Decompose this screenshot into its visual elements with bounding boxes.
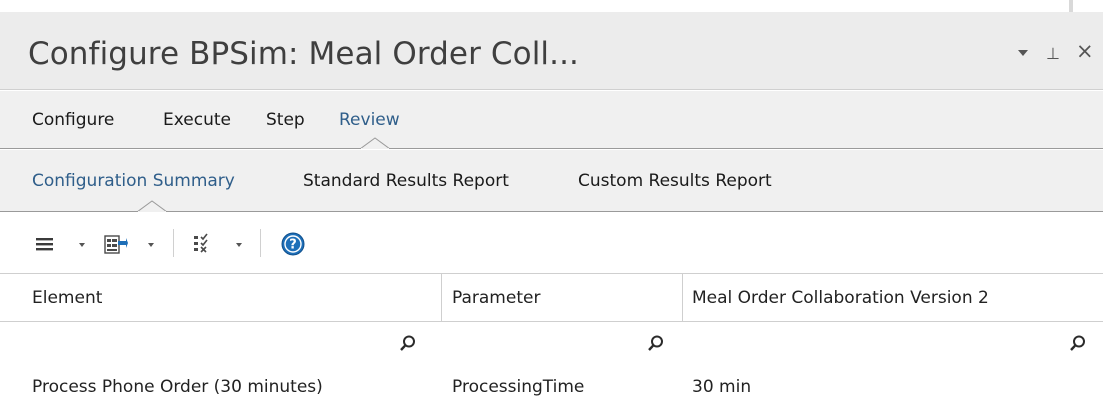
export-icon[interactable] [104,233,128,255]
tab-custom-results-report[interactable]: Custom Results Report [578,171,772,191]
table-header: Element Parameter Meal Order Collaborati… [0,274,1103,322]
tab-execute[interactable]: Execute [163,110,231,130]
menu-dropdown-arrow-icon[interactable] [79,243,85,247]
main-tab-bar: Configure Execute Step Review [0,91,1103,149]
window-edge [1069,0,1073,12]
pin-icon[interactable]: ⊥ [1046,45,1060,62]
top-strip [0,0,1103,12]
cell-element: Process Phone Order (30 minutes) [32,377,323,397]
search-icon[interactable] [1070,335,1086,351]
menu-icon[interactable] [34,233,56,255]
active-subtab-indicator [137,200,167,212]
column-header-element[interactable]: Element [32,288,102,308]
column-header-version[interactable]: Meal Order Collaboration Version 2 [692,288,989,308]
tab-standard-results-report[interactable]: Standard Results Report [303,171,509,191]
checklist-icon[interactable] [192,233,214,255]
column-divider[interactable] [441,274,442,322]
filter-row [0,323,1103,363]
export-dropdown-arrow-icon[interactable] [148,243,154,247]
checklist-dropdown-arrow-icon[interactable] [236,243,242,247]
column-divider[interactable] [682,274,683,322]
cell-parameter: ProcessingTime [452,377,585,397]
toolbar-separator [260,229,261,257]
sub-tab-bar: Configuration Summary Standard Results R… [0,150,1103,212]
window-title: Configure BPSim: Meal Order Coll... [28,36,579,72]
active-tab-indicator [360,137,390,149]
column-header-parameter[interactable]: Parameter [452,288,540,308]
tab-step[interactable]: Step [266,110,305,130]
close-icon[interactable]: × [1076,41,1094,62]
search-icon[interactable] [648,335,664,351]
toolbar: ? [0,212,1103,274]
tab-configuration-summary[interactable]: Configuration Summary [32,171,235,191]
toolbar-separator [173,229,174,257]
cell-value: 30 min [692,377,752,397]
table-row[interactable]: Process Phone Order (30 minutes) Process… [0,363,1103,406]
search-icon[interactable] [400,335,416,351]
title-bar: Configure BPSim: Meal Order Coll... ⊥ × [0,12,1103,90]
help-icon[interactable]: ? [281,232,305,256]
tab-configure[interactable]: Configure [32,110,114,130]
chevron-down-icon[interactable] [1017,48,1029,58]
svg-text:?: ? [289,238,297,253]
tab-review[interactable]: Review [339,110,400,130]
